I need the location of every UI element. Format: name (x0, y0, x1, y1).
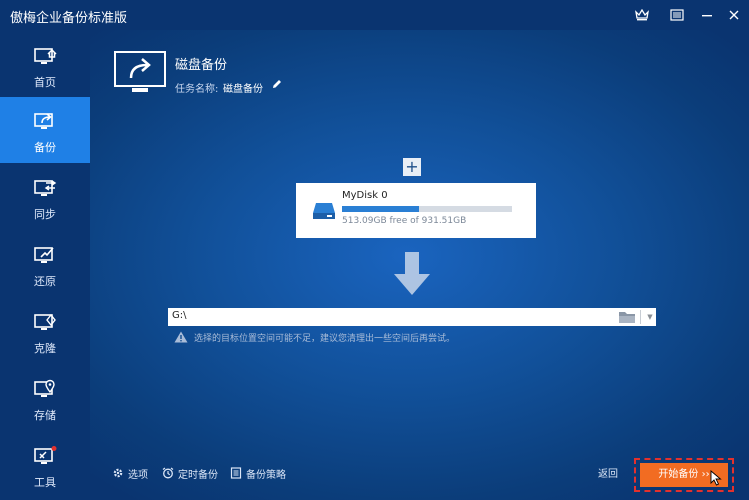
folder-browse-icon[interactable] (618, 310, 636, 324)
clone-icon (34, 313, 56, 330)
task-name-value: 磁盘备份 (223, 84, 263, 95)
source-disk-card[interactable]: MyDisk 0 513.09GB free of 931.51GB (296, 183, 536, 238)
restore-icon (34, 247, 54, 263)
menu-icon[interactable] (660, 0, 694, 30)
chevron-down-icon[interactable]: ▼ (644, 310, 656, 324)
home-icon (34, 48, 57, 64)
upgrade-crown-icon[interactable] (625, 0, 659, 30)
sidebar-item-storage[interactable]: 存储 (0, 365, 90, 431)
hard-disk-icon (313, 203, 335, 219)
add-source-button[interactable]: + (403, 158, 421, 176)
close-icon[interactable] (717, 0, 749, 30)
sidebar-item-label: 克隆 (34, 342, 56, 355)
title-bar: 傲梅企业备份标准版 (0, 0, 749, 30)
disk-usage-bar (342, 206, 512, 212)
main-panel: 磁盘备份 任务名称: 磁盘备份 + MyDisk 0 513.09GB free… (90, 30, 749, 500)
destination-path-field[interactable]: G:\ ▼ (168, 308, 656, 326)
sidebar-item-home[interactable]: 首页 (0, 32, 90, 98)
sidebar-item-label: 首页 (34, 76, 56, 89)
alarm-clock-icon (162, 467, 174, 479)
options-label: 选项 (128, 470, 148, 481)
task-title: 磁盘备份 (175, 58, 228, 73)
sidebar-item-label: 还原 (34, 275, 56, 288)
sidebar-item-label: 存储 (34, 409, 56, 422)
sidebar-item-backup[interactable]: 备份 (0, 97, 90, 163)
field-separator (640, 310, 641, 324)
sidebar-item-label: 同步 (34, 208, 56, 221)
tools-icon (34, 446, 57, 464)
sidebar: 首页 备份 同步 还原 克隆 存储 工具 (0, 30, 90, 500)
task-name-label: 任务名称: (175, 84, 219, 95)
backup-scheme-button[interactable]: 备份策略 (230, 465, 290, 481)
document-list-icon (230, 467, 242, 479)
down-arrow-icon (394, 252, 430, 295)
sidebar-item-sync[interactable]: 同步 (0, 164, 90, 230)
destination-path: G:\ (172, 310, 187, 321)
options-button[interactable]: 选项 (112, 465, 152, 481)
gear-icon (113, 468, 123, 478)
disk-usage-fill (342, 206, 419, 212)
edit-pencil-icon[interactable] (271, 78, 283, 90)
disk-name: MyDisk 0 (342, 190, 388, 201)
sidebar-item-label: 备份 (34, 141, 56, 154)
sidebar-item-clone[interactable]: 克隆 (0, 298, 90, 364)
disk-free-space: 513.09GB free of 931.51GB (342, 216, 467, 226)
scheme-label: 备份策略 (246, 470, 286, 481)
window-title: 傲梅企业备份标准版 (10, 11, 128, 26)
back-button[interactable]: 返回 (598, 465, 618, 480)
schedule-backup-button[interactable]: 定时备份 (162, 465, 222, 481)
warning-icon (174, 331, 188, 343)
sidebar-item-tools[interactable]: 工具 (0, 432, 90, 498)
mouse-cursor-icon (710, 470, 722, 486)
sync-icon (34, 180, 57, 196)
schedule-label: 定时备份 (178, 470, 218, 481)
space-warning-text: 选择的目标位置空间可能不足，建议您清理出一些空间后再尝试。 (194, 334, 456, 344)
sidebar-item-restore[interactable]: 还原 (0, 231, 90, 297)
disk-backup-monitor-icon (114, 51, 166, 92)
backup-icon (34, 113, 53, 129)
storage-icon (34, 379, 55, 397)
app-window: 傲梅企业备份标准版 首页 备份 同步 还原 克隆 存储 工具 磁盘备份 任务名称… (0, 0, 749, 500)
sidebar-item-label: 工具 (34, 476, 56, 489)
